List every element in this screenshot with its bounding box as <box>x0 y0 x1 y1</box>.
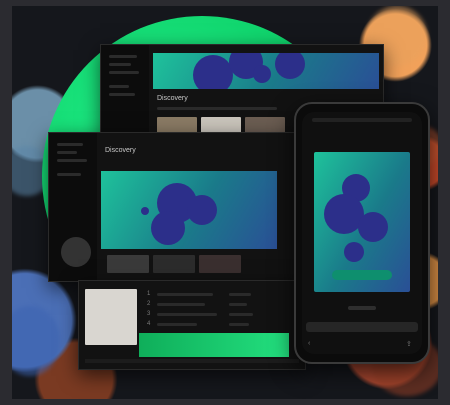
header-banner <box>153 53 379 89</box>
track-number: 4 <box>147 321 151 327</box>
album-cover[interactable] <box>85 289 137 345</box>
sidebar-line <box>109 55 137 58</box>
track-meta <box>229 323 249 326</box>
hero-banner <box>101 171 277 249</box>
banner-blob <box>275 53 305 79</box>
album-thumb[interactable] <box>157 117 197 133</box>
banner-blob <box>344 242 364 262</box>
track-meta <box>229 293 251 296</box>
track-meta <box>229 303 247 306</box>
banner-blob <box>358 212 388 242</box>
album-thumb[interactable] <box>153 255 195 273</box>
phone-device: ‹ ⇪ <box>294 102 430 364</box>
share-icon[interactable]: ⇪ <box>406 340 416 348</box>
screenshot-frame: Discovery Discovery 1 2 3 4 ‹ ⇪ <box>0 0 450 405</box>
desktop-window-front: Discovery <box>48 132 302 282</box>
avatar[interactable] <box>61 237 91 267</box>
sidebar-line <box>57 151 77 154</box>
sidebar-line <box>109 71 139 74</box>
album-thumb[interactable] <box>245 117 285 133</box>
green-promo-strip <box>139 333 289 357</box>
track-row[interactable] <box>157 313 217 316</box>
bokeh-light <box>12 306 60 376</box>
album-thumb[interactable] <box>107 255 149 273</box>
track-meta <box>229 313 253 316</box>
banner-blob <box>253 65 271 83</box>
desktop-window-tracklist: 1 2 3 4 <box>78 280 306 370</box>
album-thumb[interactable] <box>201 117 241 133</box>
sidebar-line <box>57 143 83 146</box>
sidebar-line <box>109 63 131 66</box>
track-number: 2 <box>147 301 151 307</box>
text-line <box>157 107 277 110</box>
player-bar[interactable] <box>85 359 299 363</box>
track-row[interactable] <box>157 293 213 296</box>
track-row[interactable] <box>157 323 197 326</box>
banner-blob <box>151 211 185 245</box>
page-title: Discovery <box>157 95 188 102</box>
sidebar-line <box>109 85 129 88</box>
page-title: Discovery <box>105 147 136 154</box>
phone-search-bar[interactable] <box>306 322 418 332</box>
track-number: 1 <box>147 291 151 297</box>
back-icon[interactable]: ‹ <box>308 340 318 347</box>
phone-status-bar <box>312 118 412 122</box>
sidebar-line <box>109 93 135 96</box>
album-thumb[interactable] <box>199 255 241 273</box>
cta-button[interactable] <box>332 270 392 280</box>
hero-scene: Discovery Discovery 1 2 3 4 ‹ ⇪ <box>12 6 438 399</box>
banner-blob <box>187 195 217 225</box>
phone-screen: ‹ ⇪ <box>302 112 422 354</box>
banner-blob <box>141 207 149 215</box>
track-number: 3 <box>147 311 151 317</box>
sidebar <box>101 45 149 141</box>
track-row[interactable] <box>157 303 205 306</box>
sidebar-line <box>57 159 87 162</box>
sidebar-line <box>57 173 81 176</box>
phone-label-line <box>348 306 376 310</box>
banner-blob <box>193 55 233 89</box>
phone-banner <box>314 152 410 292</box>
